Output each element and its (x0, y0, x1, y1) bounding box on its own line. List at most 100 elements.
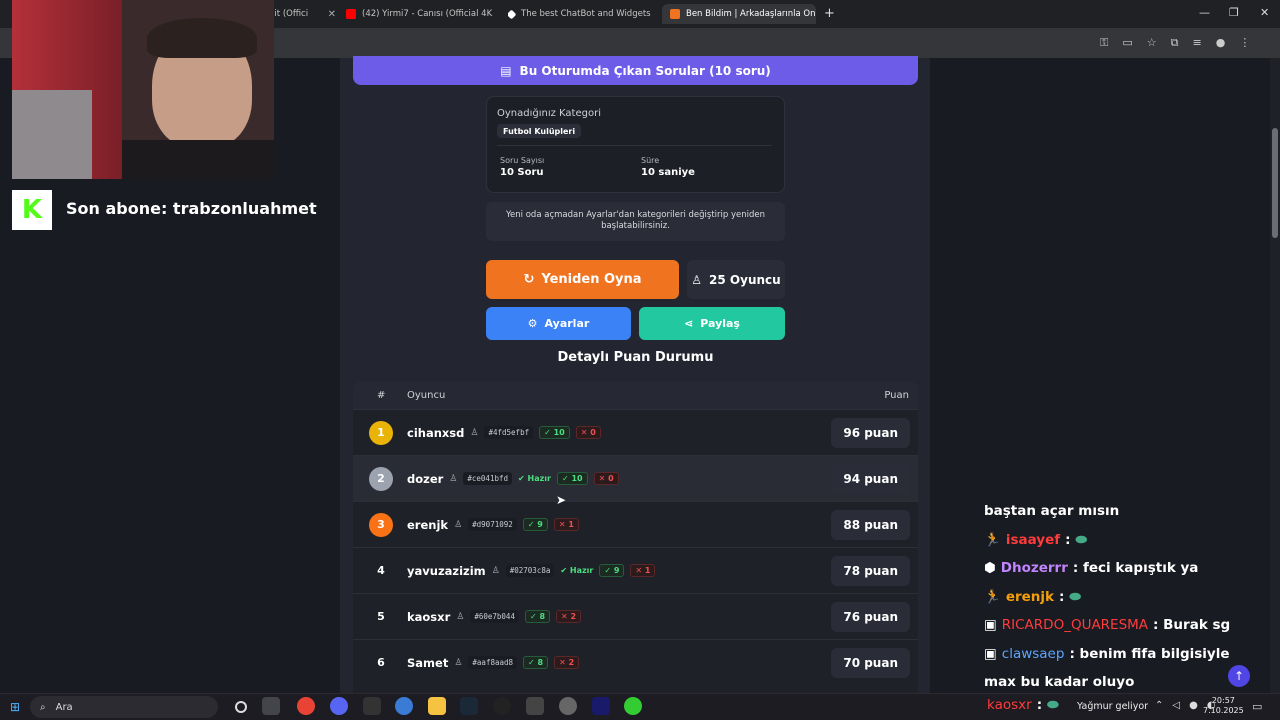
correct-value: 10 (571, 474, 583, 483)
benbildim-icon (670, 9, 680, 19)
session-questions-button[interactable]: ▤ Bu Oturumda Çıkan Sorular (10 soru) (353, 56, 918, 85)
clock[interactable]: 20:57 7.10.2025 (1203, 696, 1244, 716)
bookmark-star-icon[interactable]: ☆ (1147, 36, 1157, 50)
replay-button[interactable]: ↻ Yeniden Oyna (486, 260, 679, 299)
wrong-count: ✕ 2 (556, 610, 582, 623)
player-name: erenjk (407, 517, 449, 532)
close-window-icon[interactable]: ✕ (1260, 6, 1269, 19)
taskbar-search[interactable]: ⌕ Ara (30, 696, 218, 718)
duration-label: Süre (641, 156, 660, 165)
app-icon[interactable] (395, 697, 413, 715)
correct-value: 10 (553, 428, 565, 437)
scroll-up-button[interactable]: ↑ (1228, 665, 1250, 687)
ready-badge: ✔ Hazır (560, 566, 594, 575)
discord-icon[interactable] (330, 697, 348, 715)
badge-icon: ▣ (984, 617, 997, 634)
tab-3-active[interactable]: Ben Bildim | Arkadaşlarınla Onli✕ (662, 4, 816, 24)
mic-icon[interactable]: ● (1189, 700, 1198, 711)
search-label: Ara (55, 701, 73, 713)
badge-icon: 🏃 (984, 531, 1001, 548)
file-explorer-icon[interactable] (428, 697, 446, 715)
players-button[interactable]: ♙ 25 Oyuncu (687, 260, 785, 299)
tab-1-label: (42) Yirmi7 - Canısı (Official 4K (362, 9, 493, 19)
settings-note: Yeni oda açmadan Ayarlar'dan kategoriler… (486, 202, 785, 241)
epic-games-icon[interactable] (363, 697, 381, 715)
app2-icon[interactable] (559, 697, 577, 715)
key-icon[interactable]: ⚿ (1100, 36, 1108, 50)
table-row: 5 kaosxr ♙ #60e7b044 ✓ 8 ✕ 2 76 puan (353, 593, 918, 639)
wrong-count: ✕ 0 (575, 426, 601, 439)
profile-avatar[interactable]: ● (1216, 36, 1226, 50)
wrong-count: ✕ 1 (630, 564, 656, 577)
new-tab-button[interactable]: + (824, 6, 835, 21)
emote-icon: ⬬ (1075, 531, 1088, 548)
settings-button[interactable]: ⚙ Ayarlar (486, 307, 631, 340)
scrollbar-thumb[interactable] (1272, 128, 1278, 238)
rank-badge: 3 (369, 512, 393, 537)
chatbot-icon (508, 9, 517, 19)
refresh-icon: ↻ (523, 272, 535, 287)
cortana-icon[interactable] (235, 701, 247, 713)
notification-icon[interactable]: ▭ (1252, 700, 1262, 713)
wrong-value: 0 (608, 474, 614, 483)
clock-time: 20:57 (1211, 696, 1235, 705)
replay-label: Yeniden Oyna (541, 272, 642, 287)
reading-list-icon[interactable]: ≡ (1193, 36, 1202, 50)
correct-value: 8 (539, 612, 546, 621)
obs-icon[interactable] (493, 697, 511, 715)
chevron-up-icon[interactable]: ⌃ (1155, 700, 1163, 711)
steam-icon[interactable] (460, 697, 478, 715)
chat-line: baştan açar mısın (984, 497, 1274, 526)
volume-icon[interactable]: ◁ (1172, 700, 1180, 711)
scoreboard-table: # Oyuncu Puan 1 cihanxsd ♙ #4fd5efbf ✓ 10 ✕ 0… (353, 381, 918, 693)
game-icon[interactable] (624, 697, 642, 715)
minimize-icon[interactable]: — (1199, 6, 1210, 19)
share-button[interactable]: ⋖ Paylaş (639, 307, 785, 340)
player-name: cihanxsd (407, 425, 465, 440)
chat-user: isaayef (1005, 531, 1061, 548)
wrong-value: 1 (568, 520, 574, 529)
cast-icon[interactable]: ▭ (1122, 36, 1132, 50)
tab-close-icon[interactable]: ✕ (320, 9, 336, 20)
extensions-icon[interactable]: ⧉ (1171, 36, 1179, 50)
correct-count: ✓ 9 (599, 564, 625, 577)
chrome-icon[interactable] (297, 697, 315, 715)
table-row: 2 dozer ♙ #ce041bfd ✔ Hazır ✓ 10 ✕ 0 94 puan (353, 455, 918, 501)
mouse-cursor: ➤ (556, 493, 567, 507)
player-cell: dozer ♙ #ce041bfd ✔ Hazır ✓ 10 ✕ 0 (407, 472, 619, 486)
wrong-value: 2 (570, 612, 577, 621)
table-row: 1 cihanxsd ♙ #4fd5efbf ✓ 10 ✕ 0 96 puan (353, 409, 918, 455)
ready-badge: ✔ Hazır (518, 474, 551, 483)
tab-2[interactable]: The best ChatBot and Widgets✕ (508, 4, 654, 24)
rank-badge: 2 (369, 466, 393, 491)
table-header: # Oyuncu Puan (353, 381, 918, 409)
weather-label[interactable]: Yağmur geliyor (1077, 701, 1148, 712)
tab-close-icon[interactable]: ✕ (492, 9, 494, 20)
apps-icon[interactable] (526, 697, 544, 715)
player-cell: yavuzazizim ♙ #02703c8a ✔ Hazır ✓ 9 ✕ 1 (407, 564, 656, 578)
restore-icon[interactable]: ❐ (1229, 6, 1239, 19)
user-icon: ♙ (449, 473, 458, 484)
premiere-icon[interactable] (592, 697, 610, 715)
youtube-icon (346, 9, 356, 19)
menu-icon[interactable]: ⋮ (1239, 36, 1250, 50)
scoreboard-title: Detaylı Puan Durumu (557, 350, 714, 365)
share-label: Paylaş (700, 317, 740, 330)
player-name: Samet (407, 655, 449, 670)
chat-message: : benim fifa bilgisiyle (1069, 645, 1230, 662)
bed (12, 90, 92, 179)
score-column-header: Puan (884, 389, 909, 401)
tab-close-icon[interactable]: ✕ (651, 9, 654, 20)
rank-badge: 1 (369, 420, 393, 445)
player-id: #4fd5efbf (484, 426, 534, 439)
windows-start-icon[interactable]: ⊞ (10, 700, 20, 714)
question-count-value: 10 Soru (500, 167, 544, 178)
tab-0[interactable]: şit (Offici ✕ (270, 4, 336, 24)
question-count-label: Soru Sayısı (500, 156, 545, 165)
player-id: #60e7b044 (470, 610, 519, 623)
settings-label: Ayarlar (544, 317, 590, 330)
tab-1[interactable]: (42) Yirmi7 - Canısı (Official 4K✕ (346, 4, 494, 24)
player-id: #d9071092 (468, 518, 517, 531)
user-icon: ♙ (691, 272, 703, 287)
task-view-icon[interactable] (262, 697, 280, 715)
